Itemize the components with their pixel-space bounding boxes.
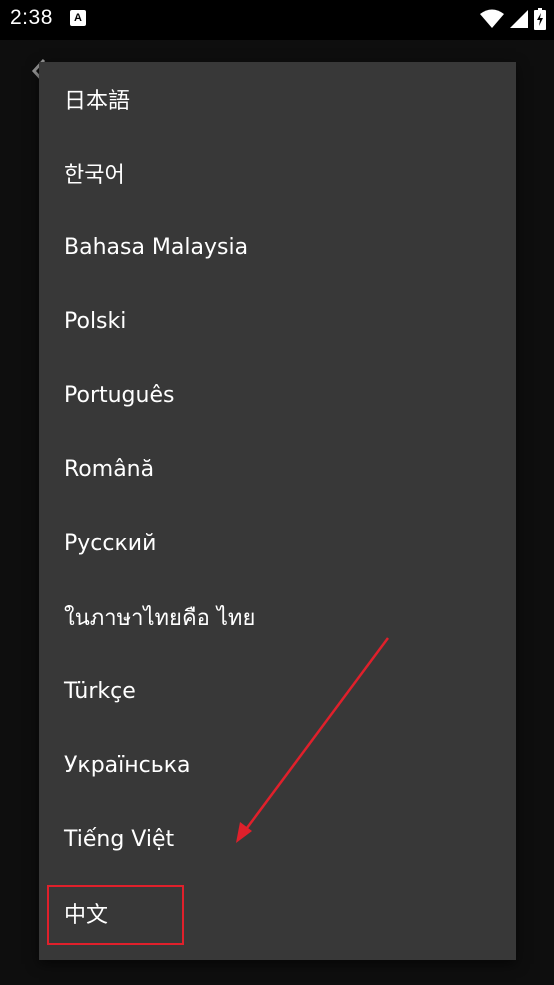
menu-item-polish[interactable]: Polski — [39, 284, 516, 358]
battery-icon — [534, 8, 546, 30]
menu-item-turkish[interactable]: Türkçe — [39, 654, 516, 728]
menu-item-russian[interactable]: Русский — [39, 506, 516, 580]
menu-item-portuguese[interactable]: Português — [39, 358, 516, 432]
menu-item-chinese[interactable]: 中文 — [39, 876, 516, 950]
menu-item-japanese[interactable]: 日本語 — [39, 62, 516, 136]
language-menu: 日本語 한국어 Bahasa Malaysia Polski Português… — [39, 62, 516, 960]
status-bar: 2:38 A — [0, 0, 554, 40]
menu-item-ukrainian[interactable]: Українська — [39, 728, 516, 802]
signal-icon — [510, 10, 528, 28]
notification-icon-letter: A — [74, 12, 82, 24]
menu-item-malay[interactable]: Bahasa Malaysia — [39, 210, 516, 284]
menu-item-korean[interactable]: 한국어 — [39, 136, 516, 210]
menu-item-vietnamese[interactable]: Tiếng Việt — [39, 802, 516, 876]
screen: 2:38 A 日本語 한국어 Bahasa Malaysia Polski Po… — [0, 0, 554, 985]
status-icons — [480, 7, 546, 31]
status-time: 2:38 — [10, 6, 53, 29]
menu-item-romanian[interactable]: Română — [39, 432, 516, 506]
menu-item-thai[interactable]: ในภาษาไทยคือ ไทย — [39, 580, 516, 654]
notification-icon: A — [70, 10, 86, 26]
wifi-icon — [480, 9, 504, 28]
